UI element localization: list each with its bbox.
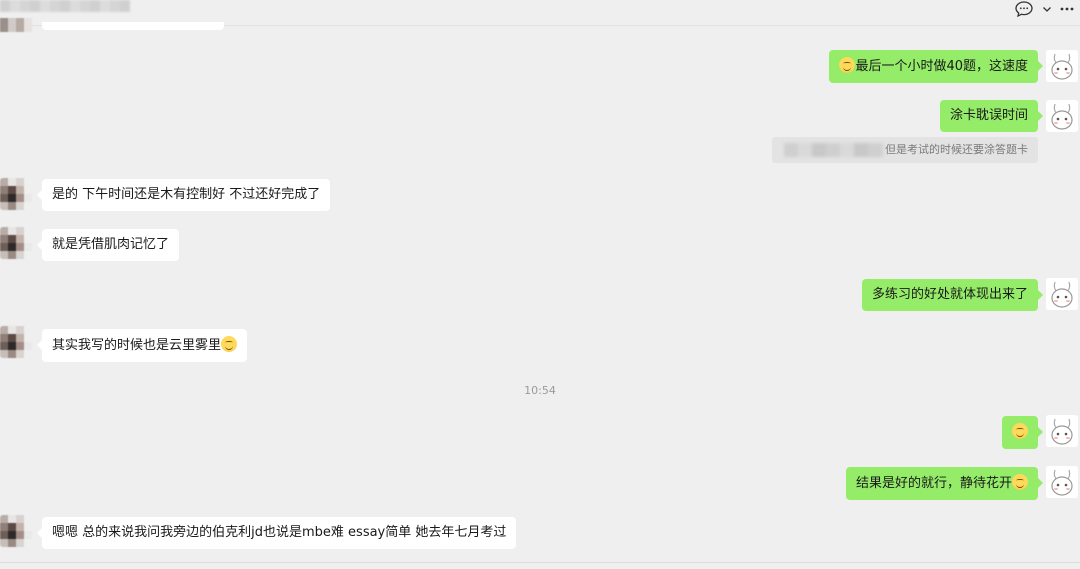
header-icons (1014, 0, 1074, 18)
avatar[interactable] (1046, 466, 1078, 498)
contact-name-blurred (0, 0, 130, 12)
message-bubble-outgoing[interactable] (1002, 416, 1043, 449)
avatar[interactable] (0, 326, 32, 358)
chat-bubble-icon[interactable] (1014, 0, 1034, 18)
message-bubble-outgoing[interactable]: 最后一个小时做40题，这速度 (829, 50, 1043, 83)
laughing-emoji-icon (1012, 423, 1028, 439)
message-bubble-outgoing[interactable]: 多练习的好处就体现出来了 (861, 279, 1044, 311)
laughing-emoji-icon (221, 336, 238, 352)
avatar[interactable] (0, 227, 32, 259)
more-icon[interactable] (1060, 4, 1074, 14)
input-area-divider (0, 562, 1080, 563)
message-bubble-outgoing[interactable]: 结果是好的就行，静待花开 (845, 467, 1044, 500)
timestamp: 10:54 (524, 384, 556, 397)
avatar[interactable] (0, 515, 32, 547)
message-bubble-incoming[interactable]: 其实我写的时候也是云里雾里 (36, 329, 248, 362)
message-text: 嗯嗯 总的来说我问我旁边的伯克利jd也说是mbe难 essay简单 她去年七月考… (52, 525, 507, 540)
message-bubble-partial[interactable] (42, 22, 224, 30)
message-bubble-incoming[interactable]: 就是凭借肌肉记忆了 (36, 229, 180, 261)
avatar[interactable] (1046, 415, 1078, 447)
quoted-text: 但是考试的时候还要涂答题卡 (885, 143, 1028, 156)
smile-emoji-icon (1012, 474, 1028, 490)
quoted-message[interactable]: 但是考试的时候还要涂答题卡 (772, 137, 1038, 163)
avatar[interactable] (0, 178, 32, 210)
message-bubble-incoming[interactable]: 是的 下午时间还是木有控制好 不过还好完成了 (36, 179, 331, 211)
message-bubble-outgoing[interactable]: 涂卡耽误时间 (939, 100, 1044, 132)
message-text: 其实我写的时候也是云里雾里 (52, 338, 222, 353)
message-text: 多练习的好处就体现出来了 (871, 287, 1028, 302)
chevron-down-icon[interactable] (1042, 4, 1052, 14)
message-text: 是的 下午时间还是木有控制好 不过还好完成了 (52, 187, 321, 202)
avatar[interactable] (1046, 100, 1078, 132)
avatar[interactable] (0, 18, 32, 32)
message-bubble-incoming[interactable]: 嗯嗯 总的来说我问我旁边的伯克利jd也说是mbe难 essay简单 她去年七月考… (36, 517, 517, 549)
message-text: 结果是好的就行，静待花开 (855, 476, 1012, 491)
quoted-sender-blurred (784, 143, 884, 157)
avatar[interactable] (1046, 50, 1078, 82)
avatar[interactable] (1046, 278, 1078, 310)
laughing-emoji-icon (839, 57, 856, 73)
message-text: 最后一个小时做40题，这速度 (855, 59, 1028, 74)
message-text: 涂卡耽误时间 (949, 108, 1028, 123)
message-text: 就是凭借肌肉记忆了 (52, 237, 170, 252)
